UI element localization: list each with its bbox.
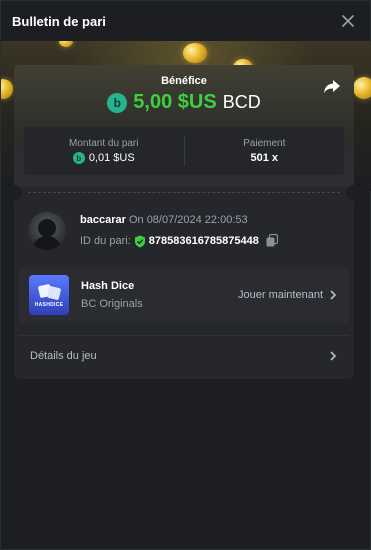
ticket-notch [6, 185, 22, 201]
bet-amount-label: Montant du pari [69, 138, 139, 149]
gold-coin-decoration [353, 77, 371, 99]
profit-label: Bénéfice [161, 75, 207, 87]
bet-id-label: ID du pari: [80, 235, 131, 247]
bet-id-value: 878583616785875448 [148, 235, 259, 247]
payout-label: Paiement [243, 138, 286, 149]
game-details-label: Détails du jeu [30, 349, 97, 362]
bet-amount-value: 0,01 $US [88, 152, 135, 164]
bet-stats: Montant du pari b 0,01 $US Paiement 501 … [24, 127, 344, 175]
profit-row: b 5,00 $US BCD [14, 91, 354, 114]
result-section: Bénéfice b 5,00 $US BCD Montant du pari … [14, 65, 354, 187]
game-row[interactable]: HASHDICE Hash Dice BC Originals Jouer ma… [19, 267, 349, 323]
game-provider: BC Originals [81, 298, 143, 310]
payout-stat: Paiement 501 x [185, 138, 345, 164]
chevron-right-icon [329, 290, 337, 300]
close-button[interactable] [340, 13, 356, 29]
modal-header: Bulletin de pari [1, 1, 370, 41]
bet-datetime: 08/07/2024 22:00:53 [146, 214, 248, 226]
bet-id-line: ID du pari: 878583616785875448 [80, 234, 280, 248]
copy-icon[interactable] [266, 234, 280, 248]
close-icon [342, 15, 354, 27]
play-now-button[interactable]: Jouer maintenant [238, 289, 337, 301]
game-name: Hash Dice [81, 280, 135, 292]
chevron-right-icon [329, 350, 337, 361]
play-now-label: Jouer maintenant [238, 289, 323, 301]
game-details-row[interactable]: Détails du jeu [19, 335, 349, 375]
bcd-coin-icon: b [107, 92, 128, 113]
bet-card: Bénéfice b 5,00 $US BCD Montant du pari … [6, 65, 362, 379]
dashed-divider [28, 192, 340, 193]
bet-info-row: baccarar On 08/07/2024 22:00:53 ID du pa… [14, 201, 354, 253]
gold-coin-decoration [1, 79, 13, 99]
username[interactable]: baccarar [80, 214, 126, 226]
gold-coin-decoration [59, 41, 73, 47]
payout-value: 501 x [250, 152, 279, 164]
profit-currency: BCD [222, 92, 261, 112]
gold-coin-decoration [183, 43, 207, 63]
on-label: On [128, 214, 144, 226]
ticket-separator [6, 185, 362, 201]
game-thumbnail-label: HASHDICE [34, 302, 64, 308]
bet-info: baccarar On 08/07/2024 22:00:53 ID du pa… [80, 214, 280, 248]
game-info: Hash Dice BC Originals [81, 280, 238, 310]
dice-icon [37, 282, 62, 301]
bcd-coin-icon: b [72, 152, 85, 164]
bet-amount-stat: Montant du pari b 0,01 $US [24, 138, 184, 164]
bet-amount-value-row: b 0,01 $US [24, 152, 184, 164]
game-thumbnail: HASHDICE [29, 275, 69, 315]
ticket-notch [346, 185, 362, 201]
profit-amount: 5,00 $US [133, 91, 217, 113]
modal-title: Bulletin de pari [12, 13, 106, 29]
bet-slip-modal: Bulletin de pari Bénéfice b 5,00 $US BCD [0, 0, 371, 550]
verified-shield-icon [134, 235, 146, 248]
user-line: baccarar On 08/07/2024 22:00:53 [80, 214, 280, 226]
avatar[interactable] [28, 212, 66, 250]
